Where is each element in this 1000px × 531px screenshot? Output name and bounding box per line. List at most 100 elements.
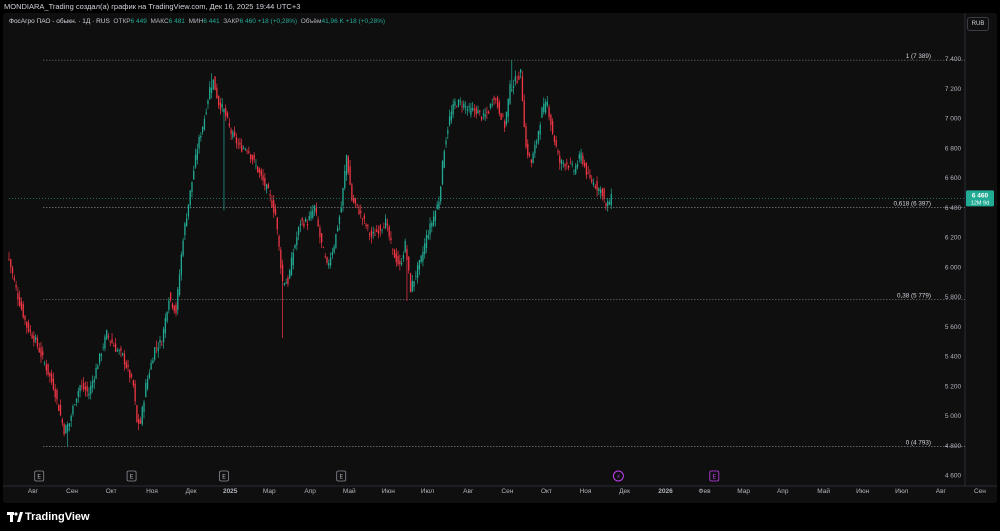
candle-body bbox=[47, 363, 49, 375]
candle-body bbox=[448, 116, 451, 125]
x-tick-label: Авг bbox=[936, 488, 947, 495]
candle-body bbox=[66, 424, 69, 432]
close-value: 6 460 +18 (+0,28%) bbox=[239, 18, 298, 25]
candle-body bbox=[598, 188, 600, 192]
high-value: 6 481 bbox=[168, 18, 185, 25]
candle-body bbox=[445, 140, 447, 145]
event-marker-label: E bbox=[37, 474, 41, 481]
candle-body bbox=[539, 124, 541, 135]
y-tick-label: 6 400 bbox=[945, 205, 962, 212]
candle-body bbox=[166, 311, 168, 322]
candle-body bbox=[436, 204, 438, 210]
candle-body bbox=[368, 233, 371, 235]
candle-body bbox=[582, 155, 584, 165]
candle-body bbox=[13, 277, 15, 281]
candle-body bbox=[605, 203, 607, 206]
candle-body bbox=[116, 350, 119, 351]
candle-body bbox=[576, 164, 579, 168]
candle-body bbox=[129, 370, 131, 378]
candle-body bbox=[74, 404, 76, 406]
candle-body bbox=[502, 115, 504, 117]
candle-body bbox=[559, 156, 561, 164]
candle-body bbox=[114, 343, 117, 352]
candle-body bbox=[500, 113, 502, 120]
candle-body bbox=[495, 98, 497, 100]
candle-body bbox=[8, 258, 10, 260]
candle-body bbox=[91, 381, 94, 388]
candle-body bbox=[205, 112, 207, 114]
symbol-label[interactable]: ФосАгро ПАО - обыкн. · 1Д · RUS bbox=[9, 18, 110, 25]
candle-body bbox=[580, 152, 582, 161]
candle-body bbox=[113, 345, 115, 347]
candle-body bbox=[54, 388, 56, 398]
candle-body bbox=[440, 186, 442, 202]
candle-body bbox=[285, 282, 287, 284]
candle-body bbox=[356, 203, 358, 205]
candlestick-chart[interactable]: 4 6004 8005 0005 2005 4005 6005 8006 000… bbox=[3, 13, 997, 503]
candle-body bbox=[344, 170, 346, 188]
candle-body bbox=[260, 170, 262, 176]
candle-body bbox=[63, 424, 65, 435]
y-tick-label: 5 600 bbox=[945, 324, 962, 331]
candle-body bbox=[571, 163, 573, 166]
candle-body bbox=[198, 137, 200, 149]
candle-body bbox=[276, 217, 278, 230]
candle-body bbox=[415, 276, 417, 278]
candle-body bbox=[122, 353, 124, 355]
candle-body bbox=[551, 120, 554, 134]
candle-body bbox=[27, 322, 30, 332]
candle-body bbox=[583, 162, 586, 167]
candle-body bbox=[472, 107, 474, 111]
low-value: 6 441 bbox=[203, 18, 220, 25]
candle-body bbox=[553, 135, 556, 142]
candle-body bbox=[452, 104, 454, 115]
candle-body bbox=[525, 126, 527, 148]
candle-body bbox=[424, 243, 426, 255]
candle-body bbox=[200, 135, 202, 138]
candle-body bbox=[175, 304, 177, 314]
candle-body bbox=[257, 166, 259, 173]
y-tick-label: 5 000 bbox=[945, 413, 962, 420]
candle-body bbox=[429, 223, 431, 235]
candle-body bbox=[484, 114, 486, 118]
candle-body bbox=[150, 362, 152, 370]
candle-body bbox=[127, 364, 129, 368]
candle-body bbox=[109, 340, 111, 342]
candle-body bbox=[463, 103, 465, 108]
brand-name[interactable]: TradingView bbox=[25, 511, 90, 523]
candle-body bbox=[434, 211, 437, 221]
candle-body bbox=[468, 106, 470, 108]
y-tick-label: 6 800 bbox=[945, 145, 962, 152]
candle-body bbox=[24, 315, 26, 320]
candle-body bbox=[569, 162, 572, 164]
candle-body bbox=[237, 143, 239, 145]
candle-body bbox=[340, 207, 342, 213]
candle-body bbox=[107, 335, 110, 337]
x-tick-label: 2025 bbox=[223, 488, 238, 495]
candle-body bbox=[207, 100, 209, 105]
candle-body bbox=[159, 339, 161, 343]
x-tick-label: Сен bbox=[974, 488, 986, 495]
candle-body bbox=[594, 186, 596, 188]
candle-body bbox=[313, 205, 316, 211]
candle-body bbox=[180, 254, 182, 275]
candle-body bbox=[395, 253, 397, 263]
candle-body bbox=[56, 389, 58, 400]
candle-body bbox=[512, 86, 515, 88]
candle-body bbox=[521, 76, 524, 102]
candle-body bbox=[548, 107, 550, 117]
y-tick-label: 5 400 bbox=[945, 354, 962, 361]
volume-value: 41,96 K +18 (+0,28%) bbox=[321, 18, 386, 25]
candle-body bbox=[374, 235, 376, 236]
candle-body bbox=[59, 405, 62, 416]
candle-body bbox=[507, 98, 509, 117]
candle-body bbox=[537, 131, 540, 142]
currency-button[interactable]: RUB bbox=[967, 17, 989, 31]
candle-body bbox=[505, 112, 508, 125]
candle-body bbox=[370, 230, 373, 238]
candle-body bbox=[93, 379, 95, 383]
candle-body bbox=[120, 348, 122, 351]
candle-body bbox=[187, 204, 190, 217]
candle-body bbox=[363, 215, 365, 219]
chart-pane[interactable]: 4 600 4 800 5 000 5 200 5 400 5 600 5 800 6 000… bbox=[3, 13, 997, 503]
